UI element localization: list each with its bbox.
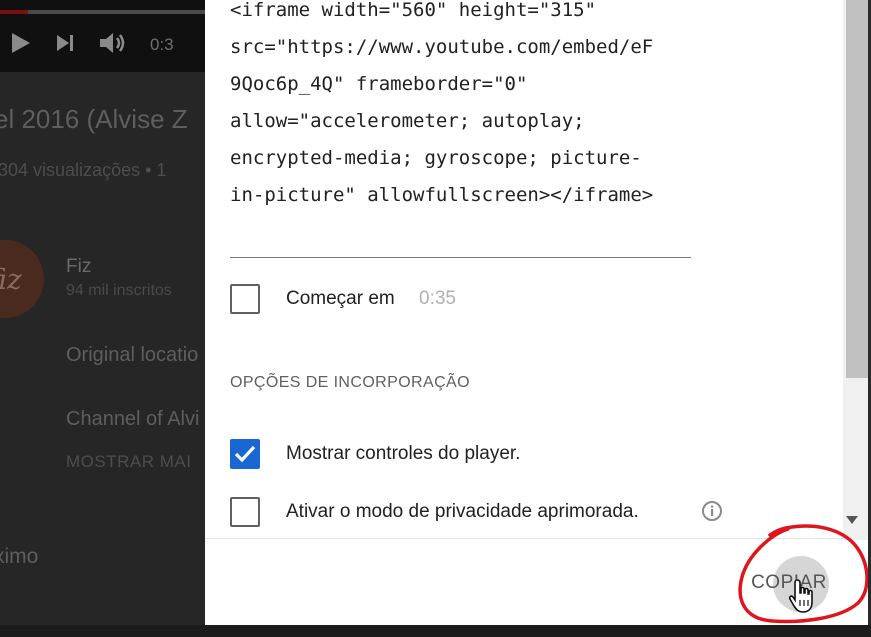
current-time: 0:3 xyxy=(150,35,174,54)
start-at-label: Começar em xyxy=(286,288,395,309)
view-count: 304 visualizações • 1 xyxy=(0,160,167,180)
channel-name[interactable]: Fiz xyxy=(66,256,91,278)
textarea-underline xyxy=(230,257,691,258)
play-icon[interactable] xyxy=(10,31,32,60)
player-controls: 0:3 xyxy=(0,24,174,66)
description-line: Channel of Alvi xyxy=(66,408,200,430)
privacy-mode-label: Ativar o modo de privacidade aprimorada. xyxy=(286,501,639,522)
skip-next-icon[interactable] xyxy=(54,32,76,59)
window-bottom-edge xyxy=(0,625,871,637)
progress-fill xyxy=(0,10,28,14)
description-line: Original locatio xyxy=(66,344,199,366)
start-at-checkbox[interactable] xyxy=(230,284,260,314)
privacy-mode-checkbox[interactable] xyxy=(230,497,260,527)
embed-options-heading: OPÇÕES DE INCORPORAÇÃO xyxy=(230,374,470,391)
video-title: el 2016 (Alvise Z xyxy=(0,104,188,134)
scrollbar-thumb[interactable] xyxy=(846,0,868,378)
checkmark-icon xyxy=(234,445,256,463)
show-more-link[interactable]: MOSTRAR MAI xyxy=(66,452,191,472)
embed-code-textarea[interactable]: <iframe width="560" height="315" src="ht… xyxy=(230,0,700,214)
avatar-text: fiz xyxy=(0,262,22,296)
channel-avatar[interactable]: fiz xyxy=(0,240,44,318)
show-player-controls-checkbox[interactable] xyxy=(230,439,260,469)
volume-icon[interactable] xyxy=(98,31,128,60)
dialog-scrollbar[interactable] xyxy=(843,0,871,540)
red-annotation-circle xyxy=(738,524,869,624)
info-icon[interactable] xyxy=(701,500,723,522)
subscriber-count: 94 mil inscritos xyxy=(66,282,172,299)
up-next-label: ximo xyxy=(0,545,39,568)
start-at-time[interactable]: 0:35 xyxy=(419,288,456,310)
show-player-controls-label: Mostrar controles do player. xyxy=(286,443,521,464)
